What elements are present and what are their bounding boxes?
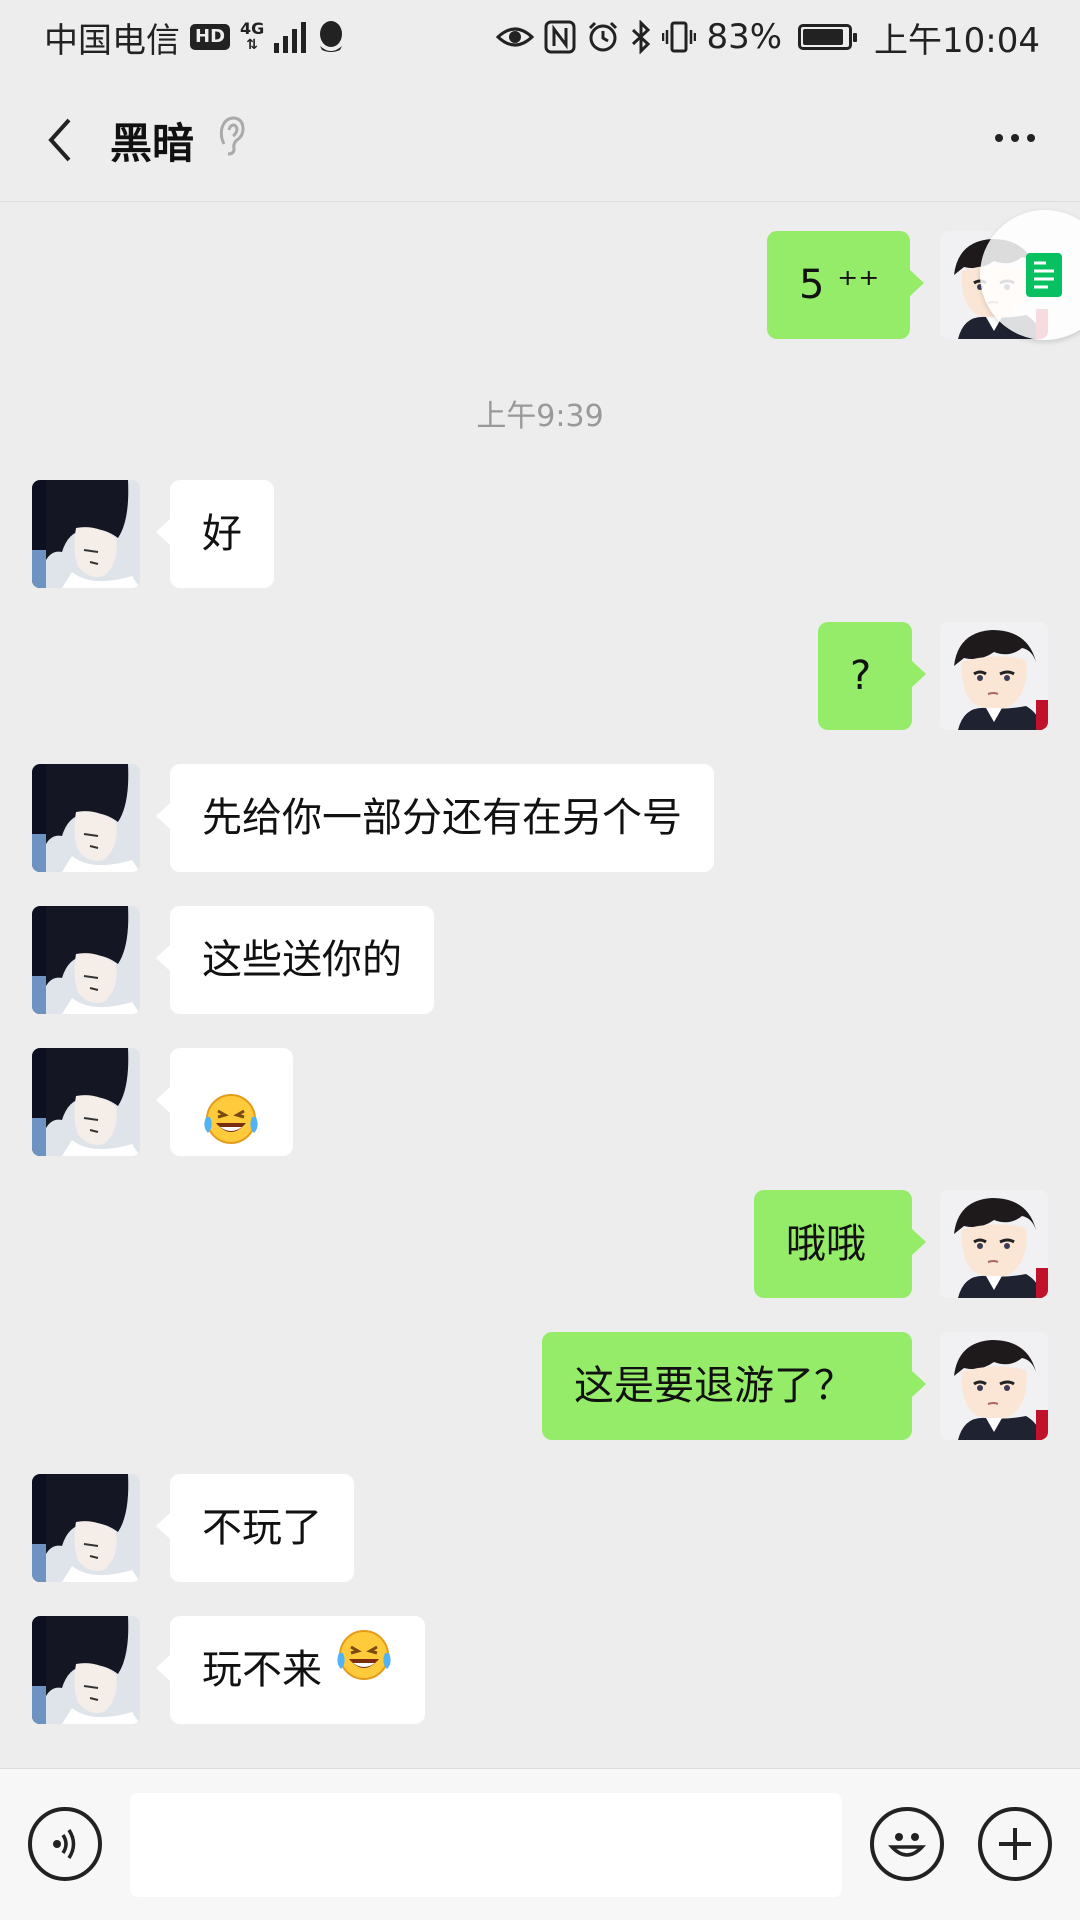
laughing-emoji-icon xyxy=(202,1078,260,1186)
my-avatar[interactable] xyxy=(940,1190,1048,1298)
message-input[interactable] xyxy=(130,1793,842,1897)
message-text: 不玩了 xyxy=(202,1505,322,1551)
contact-avatar[interactable] xyxy=(32,906,140,1014)
nfc-icon xyxy=(544,20,576,54)
message-bubble-in[interactable]: 这些送你的 xyxy=(156,906,434,1014)
plus-icon xyxy=(999,1828,1031,1860)
network-type: 4G ⇅ xyxy=(240,19,265,54)
battery-percent: 83% xyxy=(706,17,783,57)
avatar-image xyxy=(940,1332,1048,1440)
laughing-emoji-icon xyxy=(335,1614,393,1722)
more-dot xyxy=(995,134,1003,142)
emoji-icon xyxy=(887,1833,927,1857)
voice-input-button[interactable] xyxy=(28,1807,102,1881)
message-text: 先给你一部分还有在另个号 xyxy=(202,795,682,841)
message-bubble-out[interactable]: 哦哦 xyxy=(754,1190,926,1298)
hd-badge: HD xyxy=(190,24,231,50)
eye-icon xyxy=(496,23,535,51)
message-bubble-in[interactable]: 不玩了 xyxy=(156,1474,354,1582)
emoji-button[interactable] xyxy=(870,1807,944,1881)
carrier-label: 中国电信 xyxy=(44,20,180,61)
vibrate-icon xyxy=(662,20,697,54)
chat-header: 黑暗 xyxy=(0,74,1080,202)
message-text: 这些送你的 xyxy=(202,937,402,983)
my-avatar[interactable] xyxy=(940,1332,1048,1440)
message-bubble-out[interactable]: 5 ⁺⁺ xyxy=(767,231,924,339)
contact-avatar[interactable] xyxy=(32,1474,140,1582)
network-arrows: ⇅ xyxy=(246,37,259,53)
message-bubble-in[interactable]: 玩不来 😂 xyxy=(156,1614,425,1724)
more-dot xyxy=(1011,134,1019,142)
avatar-image xyxy=(32,1616,140,1724)
message-text: ? xyxy=(850,653,872,699)
message-text: 这是要退游了？ xyxy=(574,1363,854,1409)
contact-avatar[interactable] xyxy=(32,764,140,872)
qq-icon xyxy=(316,20,346,54)
avatar-image xyxy=(32,480,140,588)
chat-screen: 中国电信 HD 4G ⇅ 83% 上午10:04 黑暗 5 ⁺⁺ 上午9:39 … xyxy=(0,0,1080,1920)
input-bar xyxy=(0,1768,1080,1920)
alarm-icon xyxy=(586,20,620,54)
contact-avatar[interactable] xyxy=(32,1616,140,1724)
my-avatar[interactable] xyxy=(940,622,1048,730)
status-bar: 中国电信 HD 4G ⇅ 83% 上午10:04 xyxy=(0,0,1080,74)
message-bubble-in[interactable]: 先给你一部分还有在另个号 xyxy=(156,764,714,872)
avatar-image xyxy=(940,1190,1048,1298)
message-bubble-out[interactable]: 这是要退游了？ xyxy=(542,1332,926,1440)
battery-level-fill xyxy=(803,29,843,45)
message-bubble-out[interactable]: ? xyxy=(818,622,926,730)
ear-icon xyxy=(216,114,246,162)
message-text: 好 xyxy=(202,511,242,557)
voice-icon xyxy=(53,1829,76,1859)
more-functions-button[interactable] xyxy=(978,1807,1052,1881)
more-dot xyxy=(1027,134,1035,142)
back-icon xyxy=(48,118,71,162)
message-bubble-in[interactable]: 好 xyxy=(156,480,274,588)
bluetooth-icon xyxy=(630,20,652,54)
avatar-image xyxy=(32,1474,140,1582)
avatar-image xyxy=(940,622,1048,730)
avatar-image xyxy=(32,1048,140,1156)
back-button[interactable] xyxy=(30,104,90,176)
message-text: 哦哦 xyxy=(786,1221,866,1267)
avatar-image xyxy=(32,906,140,1014)
contact-avatar[interactable] xyxy=(32,480,140,588)
message-text: 玩不来 xyxy=(202,1647,322,1693)
document-icon xyxy=(1026,253,1062,297)
contact-avatar[interactable] xyxy=(32,1048,140,1156)
message-list[interactable]: 5 ⁺⁺ 上午9:39 好 ? 先给你一部分还有在另个号 这些送你的 哦哦 这是… xyxy=(0,203,1080,1768)
signal-icon xyxy=(274,21,307,53)
message-bubble-in[interactable]: 😂 xyxy=(156,1048,293,1156)
clock-time: 上午10:04 xyxy=(874,20,1040,61)
battery-icon xyxy=(798,24,858,50)
timestamp-label: 上午9:39 xyxy=(476,399,604,434)
more-options-button[interactable] xyxy=(980,110,1050,166)
chat-title: 黑暗 xyxy=(110,119,195,168)
message-text: 5 ⁺⁺ xyxy=(799,262,880,308)
network-4g-label: 4G xyxy=(240,19,265,38)
avatar-image xyxy=(32,764,140,872)
